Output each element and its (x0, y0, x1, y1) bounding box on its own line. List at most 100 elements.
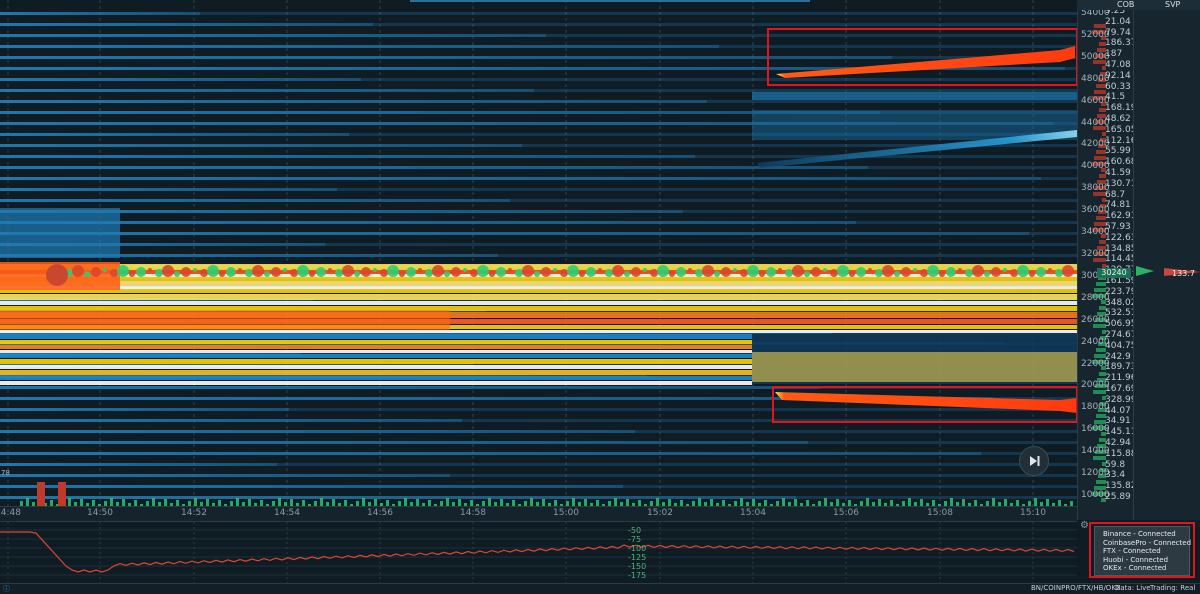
cob-value: 79.74 (1105, 27, 1131, 38)
trade-bubble (1048, 268, 1052, 272)
tab-cob[interactable]: COB (1117, 0, 1134, 9)
trade-bubble (136, 267, 146, 277)
trade-bubble (882, 265, 894, 277)
volume-bar (26, 498, 29, 506)
svg-text:133.7: 133.7 (1172, 269, 1195, 278)
tab-svp[interactable]: SVP (1165, 0, 1180, 9)
volume-bar (530, 498, 533, 506)
volume-bar (152, 498, 155, 506)
volume-bar (698, 498, 701, 506)
trade-bubble (271, 267, 281, 277)
cvd-canvas (0, 522, 1077, 584)
status-bar: ⓘ BN/COINPRO/FTX/HB/OKX Data: Live Tradi… (0, 583, 1200, 594)
cvd-tick: -50 (628, 526, 642, 535)
trade-bubble (669, 271, 675, 277)
volume-bar (1034, 498, 1037, 506)
gear-icon[interactable]: ⚙ (1080, 520, 1089, 531)
time-label: 14:50 (87, 508, 113, 518)
trade-bubble (283, 268, 287, 272)
volume-bar (542, 499, 545, 506)
trade-bubble (958, 268, 962, 272)
connection-okex: OKEx - Connected (1103, 564, 1167, 573)
trade-bubble (354, 271, 360, 277)
trade-bubble (477, 265, 489, 277)
time-label: 14:56 (367, 508, 393, 518)
trade-bubble (84, 271, 90, 277)
status-exchanges: BN/COINPRO/FTX/HB/OKX (1031, 584, 1121, 592)
trade-bubble (759, 271, 765, 277)
cob-value: 41.5 (1105, 92, 1126, 103)
trade-bubble (733, 268, 737, 272)
connection-huobi: Huobi - Connected (1103, 555, 1169, 564)
trade-bubble (207, 265, 219, 277)
volume-bar (500, 499, 503, 506)
trade-bubble (1017, 265, 1029, 277)
cvd-tick: -150 (628, 562, 647, 571)
price-axis[interactable]: 54000 52000 50000 48000 46000 44000 42000 40000… (1077, 0, 1134, 520)
cob-value: 114.45 (1105, 254, 1134, 265)
trade-bubble (470, 269, 478, 277)
volume-bar (194, 498, 197, 506)
connection-binance: Binance - Connected (1103, 530, 1176, 538)
trade-bubble (148, 268, 152, 272)
cob-value: 404.75 (1105, 340, 1134, 351)
cvd-panel[interactable]: -50 -75 -100 -125 -150 -175 (0, 521, 1077, 584)
cob-value: 48.62 (1105, 114, 1131, 124)
cvd-tick: -125 (628, 553, 647, 562)
bid-cluster (752, 352, 1077, 382)
trade-bubble (1003, 268, 1007, 272)
highlight-box-upper (767, 28, 1077, 86)
connection-status-panel: Binance - Connected CoinbasePro - Connec… (1094, 526, 1192, 576)
volume-bar (374, 499, 377, 506)
cob-value: 60.33 (1105, 81, 1131, 92)
cob-value: 42.94 (1105, 438, 1131, 448)
trade-bubble (155, 269, 163, 277)
trade-bubble (702, 265, 714, 277)
time-label: 15:08 (927, 508, 953, 518)
volume-bar (488, 498, 491, 506)
volume-bar (740, 498, 743, 506)
trade-bubble (837, 265, 849, 277)
trade-bubble (1055, 269, 1063, 277)
volume-bar (878, 499, 881, 506)
volume-bar (752, 499, 755, 506)
trade-bubble (676, 267, 686, 277)
cob-value: 33.4 (1105, 470, 1126, 481)
volume-bar (290, 499, 293, 506)
time-label: 15:02 (647, 508, 673, 518)
time-label: 15:06 (833, 508, 859, 518)
volume-bar (416, 499, 419, 506)
panel-header: COB SVP (1077, 0, 1200, 10)
trade-bubble (657, 265, 669, 277)
volume-bar (164, 499, 167, 506)
trade-bubble (856, 267, 866, 277)
volume-bar (68, 498, 71, 506)
heatmap-chart[interactable]: 78 (0, 0, 1077, 506)
trade-bubble (361, 267, 371, 277)
cob-value: 162.91 (1105, 211, 1134, 222)
trade-bubble (920, 269, 928, 277)
trade-bubble (868, 268, 872, 272)
replay-button[interactable] (1019, 446, 1049, 476)
volume-bar (572, 498, 575, 506)
trade-bubble (1062, 265, 1074, 277)
connection-coinbasepro: CoinbasePro - Connected (1103, 538, 1192, 547)
cob-value: 130.71 (1105, 178, 1134, 189)
cob-value: 47.08 (1105, 60, 1131, 70)
trade-bubble (811, 267, 821, 277)
trade-bubble (778, 268, 782, 272)
trade-bubble (747, 265, 759, 277)
trade-bubble (264, 271, 270, 277)
cob-value: 59.8 (1105, 459, 1126, 470)
cob-value: 167.69 (1105, 384, 1134, 394)
trade-bubble (451, 267, 461, 277)
trade-bubble (541, 267, 551, 277)
trade-bubble (804, 271, 810, 277)
trade-bubble (342, 265, 354, 277)
volume-bar (446, 498, 449, 506)
trade-bubble (605, 269, 613, 277)
trade-bubble (72, 265, 84, 277)
time-label: 14:48 (0, 508, 21, 518)
trade-bubble (1010, 269, 1018, 277)
cob-value: 328.99 (1105, 394, 1134, 405)
